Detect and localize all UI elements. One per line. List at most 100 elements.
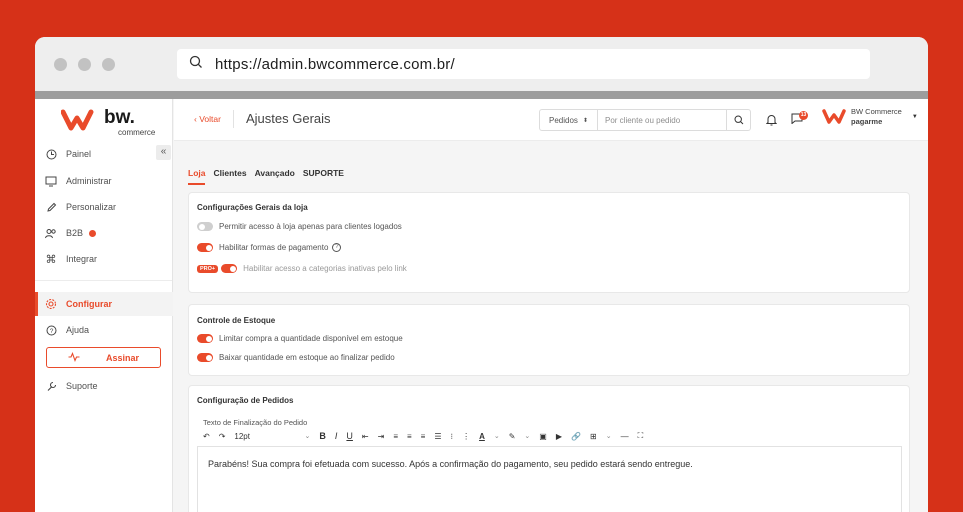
window-dot[interactable] (102, 58, 115, 71)
user-menu[interactable]: BW Commerce pagarme ▼ (822, 107, 918, 127)
logo-mark-icon (61, 109, 94, 131)
help-icon: ? (45, 324, 57, 336)
media-icon[interactable]: ▶ (556, 430, 562, 442)
window-dot[interactable] (54, 58, 67, 71)
highlight-icon[interactable]: ✎ (509, 430, 516, 442)
messages-button[interactable]: 13 (790, 111, 808, 127)
sidebar-item-integrar[interactable]: ⌘ Integrar (45, 252, 98, 266)
sidebar-item-label: Integrar (66, 254, 98, 264)
sidebar-item-personalizar[interactable]: Personalizar (45, 200, 116, 214)
tab-suporte[interactable]: SUPORTE (303, 168, 344, 185)
page-title: Ajustes Gerais (246, 111, 331, 126)
sidebar-item-label: Painel (66, 149, 92, 159)
sidebar-item-administrar[interactable]: Administrar (45, 174, 112, 188)
assinar-button[interactable]: Assinar (46, 347, 161, 368)
align-left-icon[interactable]: ≡ (393, 430, 398, 442)
tab-clientes[interactable]: Clientes (213, 168, 246, 185)
editor-label: Texto de Finalização do Pedido (203, 418, 308, 427)
brand-sub: commerce (118, 128, 156, 137)
pulse-icon (68, 351, 80, 364)
gear-icon (45, 298, 57, 310)
tab-loja[interactable]: Loja (188, 168, 206, 185)
font-size-select[interactable]: 12pt ⌄ (234, 430, 310, 442)
table-icon[interactable]: ⊞ (590, 430, 597, 442)
tab-avancado[interactable]: Avançado (255, 168, 295, 185)
pro-badge: PRO+ (197, 264, 219, 273)
card-title: Controle de Estoque (197, 316, 276, 325)
sidebar-item-label: B2B (66, 228, 84, 238)
sidebar: bw. commerce « Painel Administrar Person… (35, 99, 173, 512)
card-title: Configuração de Pedidos (197, 396, 294, 405)
align-justify-icon[interactable]: ☰ (434, 430, 441, 442)
window-dot[interactable] (78, 58, 91, 71)
sort-arrows-icon: ⬍ (582, 117, 588, 124)
user-name: BW Commerce (851, 107, 902, 116)
sidebar-item-label: Personalizar (66, 202, 117, 212)
rich-text-editor[interactable]: Parabéns! Sua compra foi efetuada com su… (197, 446, 902, 512)
sidebar-item-b2b[interactable]: B2B (45, 226, 97, 240)
sidebar-item-painel[interactable]: Painel (45, 147, 91, 161)
undo-icon[interactable]: ↶ (203, 430, 210, 442)
toggle-switch[interactable] (197, 243, 213, 252)
sidebar-item-ajuda[interactable]: ? Ajuda (45, 323, 89, 337)
option-row: Baixar quantidade em estoque ao finaliza… (197, 353, 395, 362)
numbered-list-icon[interactable]: ⋮ (462, 430, 470, 442)
sidebar-collapse-button[interactable]: « (156, 145, 171, 160)
search-button[interactable] (726, 110, 750, 130)
indent-icon[interactable]: ⇥ (378, 430, 385, 442)
help-icon[interactable]: ? (332, 243, 342, 252)
general-settings-card: Configurações Gerais da loja Permitir ac… (188, 192, 910, 293)
align-center-icon[interactable]: ≡ (407, 430, 412, 442)
image-icon[interactable]: ▣ (539, 430, 547, 442)
admin-app: bw. commerce « Painel Administrar Person… (35, 99, 928, 512)
option-label: Habilitar formas de pagamento (219, 243, 329, 252)
option-row: Limitar compra a quantidade disponível e… (197, 334, 403, 343)
sidebar-item-label: Ajuda (66, 325, 90, 335)
horizontal-line-icon[interactable]: — (621, 430, 629, 442)
back-link[interactable]: ‹ Voltar (194, 114, 221, 124)
clock-icon (45, 148, 57, 160)
url-text: https://admin.bwcommerce.com.br/ (215, 55, 455, 73)
topbar-divider (233, 110, 234, 128)
toggle-switch[interactable] (197, 334, 213, 343)
outdent-icon[interactable]: ⇤ (362, 430, 369, 442)
toggle-switch[interactable] (197, 222, 213, 231)
sidebar-item-label: Configurar (66, 299, 112, 309)
bold-icon[interactable]: B (319, 430, 326, 442)
bullet-list-icon[interactable]: ⁝ (451, 430, 454, 442)
option-label: Permitir acesso à loja apenas para clien… (219, 222, 402, 231)
italic-icon[interactable]: I (335, 430, 338, 442)
text-color-icon[interactable]: A (479, 430, 485, 442)
browser-divider (35, 91, 928, 99)
redo-icon[interactable]: ↷ (219, 430, 226, 442)
wrench-icon (45, 380, 57, 392)
pencil-icon (45, 201, 57, 213)
user-company: pagarme (851, 117, 883, 126)
chevron-down-icon: ▼ (911, 114, 918, 120)
sidebar-item-suporte[interactable]: Suporte (45, 379, 98, 393)
chevron-down-icon[interactable]: ⌄ (494, 430, 500, 442)
notification-count: 13 (799, 111, 808, 120)
toggle-switch[interactable] (221, 264, 238, 273)
sidebar-item-configurar[interactable]: Configurar (45, 297, 112, 311)
toggle-switch[interactable] (197, 353, 213, 362)
option-row: Habilitar formas de pagamento ? (197, 243, 342, 252)
link-icon[interactable]: 🔗 (571, 430, 581, 442)
address-bar[interactable]: https://admin.bwcommerce.com.br/ (177, 49, 870, 79)
command-icon: ⌘ (45, 253, 57, 266)
chevron-down-icon[interactable]: ⌄ (524, 430, 530, 442)
main-content: Loja Clientes Avançado SUPORTE Configura… (174, 142, 928, 512)
brand-logo[interactable]: bw. commerce (61, 108, 156, 137)
bell-icon[interactable] (764, 113, 778, 127)
option-row: PRO+ Habilitar acesso a categorias inati… (197, 264, 407, 273)
underline-icon[interactable]: U (346, 430, 353, 442)
chevron-down-icon[interactable]: ⌄ (606, 430, 612, 442)
search-type-select[interactable]: Pedidos ⬍ (540, 110, 598, 130)
search-input[interactable]: Por cliente ou pedido (605, 116, 726, 125)
fullscreen-icon[interactable]: ⛶ (638, 430, 644, 442)
option-label: Baixar quantidade em estoque ao finaliza… (219, 353, 395, 362)
font-size-value: 12pt (234, 431, 250, 441)
user-avatar-logo (822, 109, 846, 124)
svg-text:?: ? (49, 328, 53, 335)
align-right-icon[interactable]: ≡ (421, 430, 426, 442)
